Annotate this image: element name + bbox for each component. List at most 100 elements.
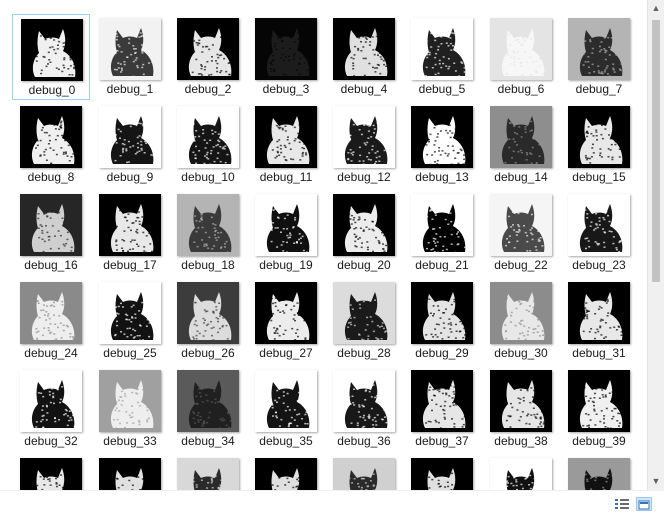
file-name-label: debug_7 [575,82,623,96]
file-item[interactable]: debug_30 [482,278,560,364]
file-item[interactable]: debug_22 [482,190,560,276]
file-name-label: debug_23 [572,258,626,272]
scroll-up-arrow-icon[interactable]: ▲ [648,0,664,17]
file-item[interactable]: debug_38 [482,366,560,452]
file-item[interactable]: debug_13 [403,102,481,188]
file-name-label: debug_0 [28,83,76,97]
file-item[interactable]: debug_11 [247,102,325,188]
vertical-scrollbar[interactable]: ▲ ▼ [647,0,664,490]
image-thumbnail [20,282,82,344]
image-thumbnail [490,18,552,80]
file-name-label: debug_11 [259,170,313,184]
file-item[interactable]: debug_37 [403,366,481,452]
file-item[interactable]: debug_36 [325,366,403,452]
file-name-label: debug_6 [497,82,545,96]
file-name-label: debug_22 [494,258,548,272]
file-name-label: debug_36 [337,434,391,448]
image-thumbnail [411,18,473,80]
file-item[interactable]: debug_19 [247,190,325,276]
file-item[interactable] [12,454,90,490]
file-item[interactable]: debug_18 [169,190,247,276]
file-item[interactable]: debug_15 [560,102,638,188]
image-thumbnail [411,106,473,168]
image-thumbnail [177,282,239,344]
file-name-label: debug_2 [184,82,232,96]
file-item[interactable] [482,454,560,490]
file-item[interactable]: debug_32 [12,366,90,452]
file-item[interactable]: debug_2 [169,14,247,100]
file-item[interactable]: debug_34 [169,366,247,452]
file-item[interactable]: debug_29 [403,278,481,364]
file-item[interactable] [560,454,638,490]
file-item[interactable]: debug_14 [482,102,560,188]
file-name-label: debug_31 [572,346,626,360]
file-item[interactable]: debug_4 [325,14,403,100]
file-name-label: debug_8 [27,170,75,184]
image-thumbnail [490,194,552,256]
file-name-label: debug_21 [415,258,469,272]
file-item[interactable]: debug_26 [169,278,247,364]
image-thumbnail [255,370,317,432]
file-name-label: debug_29 [415,346,469,360]
image-thumbnail [99,282,161,344]
file-item[interactable]: debug_3 [247,14,325,100]
file-item[interactable]: debug_24 [12,278,90,364]
file-item[interactable]: debug_20 [325,190,403,276]
file-name-label: debug_17 [103,258,157,272]
file-thumbnail-pane: debug_0 debug_1 debug_2 debug_3 debug_4 debug… [0,0,647,490]
file-item[interactable]: debug_9 [91,102,169,188]
details-view-icon[interactable] [614,497,630,511]
image-thumbnail [333,282,395,344]
file-name-label: debug_34 [181,434,235,448]
file-name-label: debug_12 [337,170,391,184]
status-bar [0,490,664,518]
file-item[interactable] [169,454,247,490]
scroll-down-arrow-icon[interactable]: ▼ [648,473,664,490]
image-thumbnail [255,458,317,490]
file-item[interactable] [325,454,403,490]
file-item[interactable] [403,454,481,490]
file-item[interactable]: debug_7 [560,14,638,100]
file-item[interactable]: debug_23 [560,190,638,276]
image-thumbnail [333,194,395,256]
file-item[interactable]: debug_17 [91,190,169,276]
image-thumbnail [568,18,630,80]
scrollbar-thumb[interactable] [652,20,660,282]
file-item[interactable]: debug_35 [247,366,325,452]
file-item[interactable]: debug_5 [403,14,481,100]
file-name-label: debug_33 [103,434,157,448]
image-thumbnail [568,106,630,168]
file-item[interactable] [247,454,325,490]
file-item[interactable]: debug_12 [325,102,403,188]
image-thumbnail [20,106,82,168]
file-name-label: debug_15 [572,170,626,184]
image-thumbnail [99,106,161,168]
image-thumbnail [177,106,239,168]
file-name-label: debug_27 [259,346,313,360]
file-item[interactable]: debug_6 [482,14,560,100]
file-item[interactable]: debug_27 [247,278,325,364]
file-item[interactable]: debug_39 [560,366,638,452]
file-item[interactable]: debug_16 [12,190,90,276]
file-item[interactable]: debug_28 [325,278,403,364]
file-name-label: debug_28 [337,346,391,360]
image-thumbnail [20,458,82,490]
file-item[interactable]: debug_31 [560,278,638,364]
file-name-label: debug_9 [106,170,154,184]
file-item[interactable]: debug_21 [403,190,481,276]
file-item[interactable]: debug_8 [12,102,90,188]
file-item[interactable]: debug_33 [91,366,169,452]
large-icons-view-icon[interactable] [636,497,652,511]
file-item[interactable]: debug_1 [91,14,169,100]
image-thumbnail [21,19,83,81]
file-name-label: debug_19 [259,258,313,272]
image-thumbnail [490,282,552,344]
image-thumbnail [99,194,161,256]
file-name-label: debug_10 [181,170,235,184]
file-item[interactable]: debug_0 [12,14,90,100]
file-item[interactable]: debug_25 [91,278,169,364]
image-thumbnail [411,370,473,432]
file-item[interactable]: debug_10 [169,102,247,188]
image-thumbnail [99,18,161,80]
file-item[interactable] [91,454,169,490]
